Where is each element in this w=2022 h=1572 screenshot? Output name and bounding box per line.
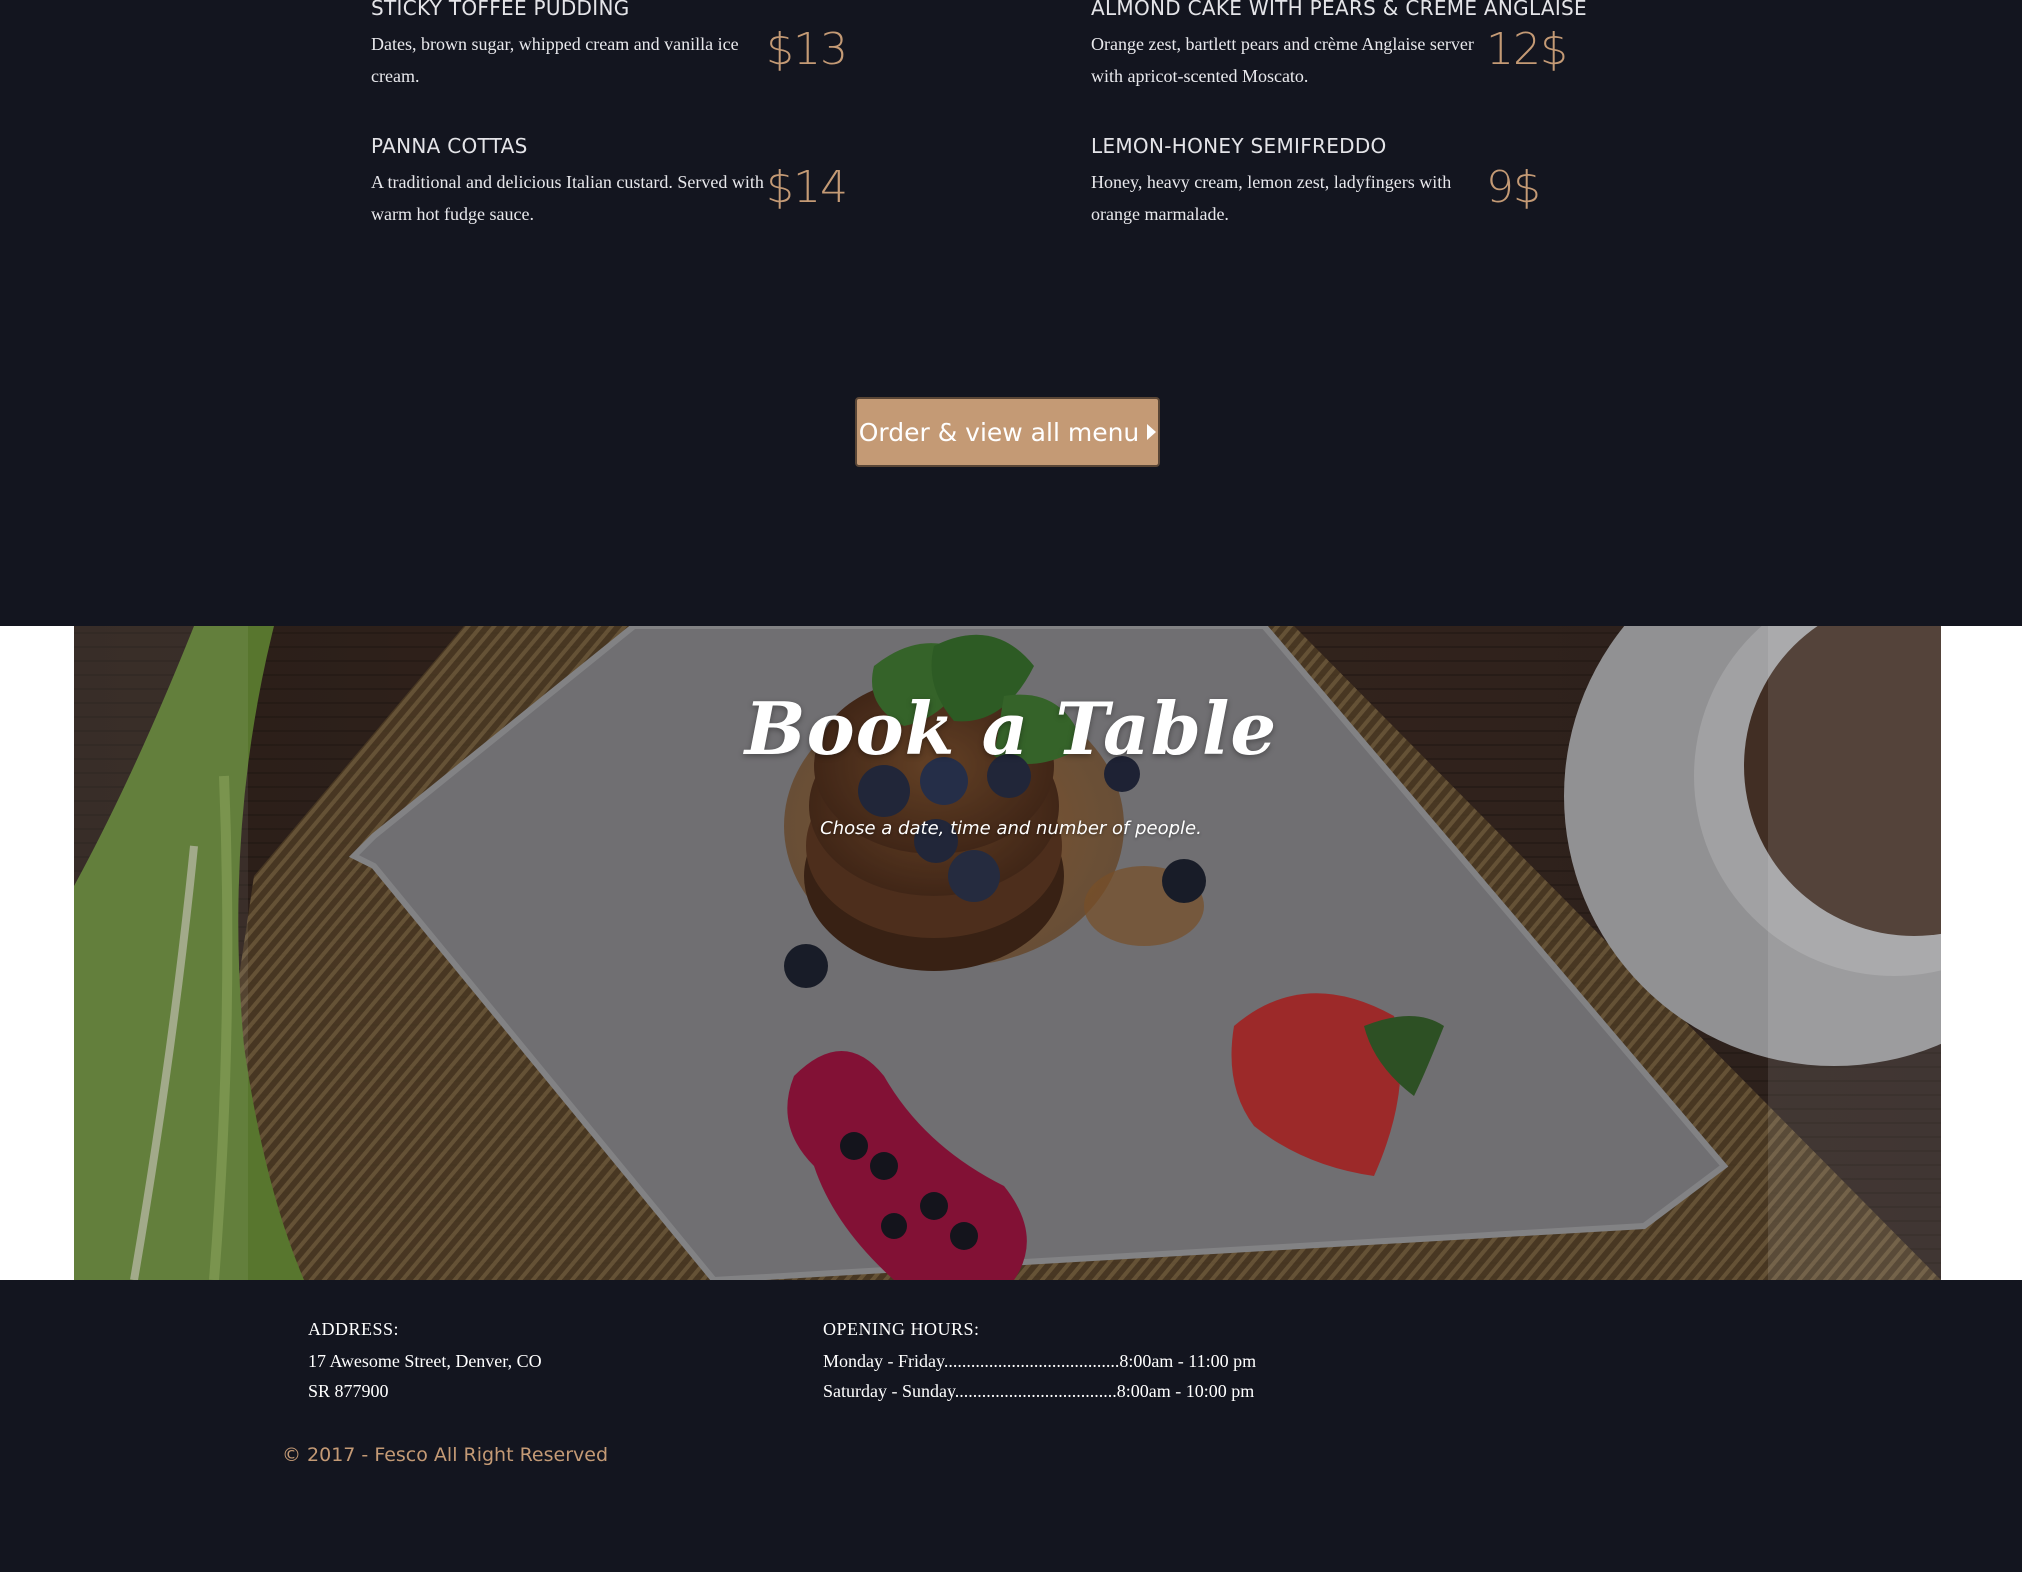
menu-item-price: 9$: [1486, 162, 1541, 213]
menu-item-name: ALMOND CAKE WITH PEARS & CREME ANGLAISE: [1091, 0, 1587, 20]
hours-weekdays: Monday - Friday.........................…: [823, 1351, 1257, 1371]
menu-item-price: $13: [766, 24, 848, 75]
menu-item-price: $14: [766, 162, 848, 213]
menu-item-description: Honey, heavy cream, lemon zest, ladyfing…: [1091, 172, 1452, 224]
book-table-title: Book a Table: [744, 686, 1278, 771]
address-heading: ADDRESS:: [308, 1319, 400, 1339]
menu-item-name: PANNA COTTAS: [371, 134, 528, 158]
order-view-menu-button[interactable]: Order & view all menu: [855, 397, 1160, 467]
address-line-2: SR 877900: [308, 1381, 389, 1401]
footer: ADDRESS: 17 Awesome Street, Denver, CO S…: [0, 1280, 2022, 1572]
address-line-1: 17 Awesome Street, Denver, CO: [308, 1351, 542, 1371]
menu-item-name: LEMON-HONEY SEMIFREDDO: [1091, 134, 1387, 158]
book-table-subtitle: Chose a date, time and number of people.: [820, 818, 1202, 839]
book-table-section: Book a Table Chose a date, time and numb…: [0, 626, 2022, 1280]
menu-item-description: Dates, brown sugar, whipped cream and va…: [371, 34, 739, 86]
order-button-label: Order & view all menu: [858, 417, 1140, 447]
menu-item-sticky-toffee-pudding: STICKY TOFFEE PUDDING Dates, brown sugar…: [371, 0, 848, 92]
menu-item-almond-cake: ALMOND CAKE WITH PEARS & CREME ANGLAISE …: [1091, 0, 1587, 92]
menu-item-name: STICKY TOFFEE PUDDING: [371, 0, 630, 20]
dessert-menu-section: STICKY TOFFEE PUDDING Dates, brown sugar…: [0, 0, 2022, 626]
menu-item-price: 12$: [1486, 24, 1568, 75]
address-block: ADDRESS: 17 Awesome Street, Denver, CO S…: [308, 1314, 542, 1406]
menu-item-panna-cottas: PANNA COTTAS A traditional and delicious…: [371, 134, 848, 230]
hours-heading: OPENING HOURS:: [823, 1319, 980, 1339]
hours-weekend: Saturday - Sunday.......................…: [823, 1381, 1255, 1401]
opening-hours-block: OPENING HOURS: Monday - Friday..........…: [823, 1314, 1256, 1406]
menu-item-description: A traditional and delicious Italian cust…: [371, 172, 764, 224]
caret-right-icon: [1147, 424, 1157, 440]
menu-item-lemon-honey-semifreddo: LEMON-HONEY SEMIFREDDO Honey, heavy crea…: [1091, 134, 1556, 230]
copyright-text: © 2017 - Fesco All Right Reserved: [282, 1444, 609, 1466]
menu-item-description: Orange zest, bartlett pears and crème An…: [1091, 34, 1474, 86]
